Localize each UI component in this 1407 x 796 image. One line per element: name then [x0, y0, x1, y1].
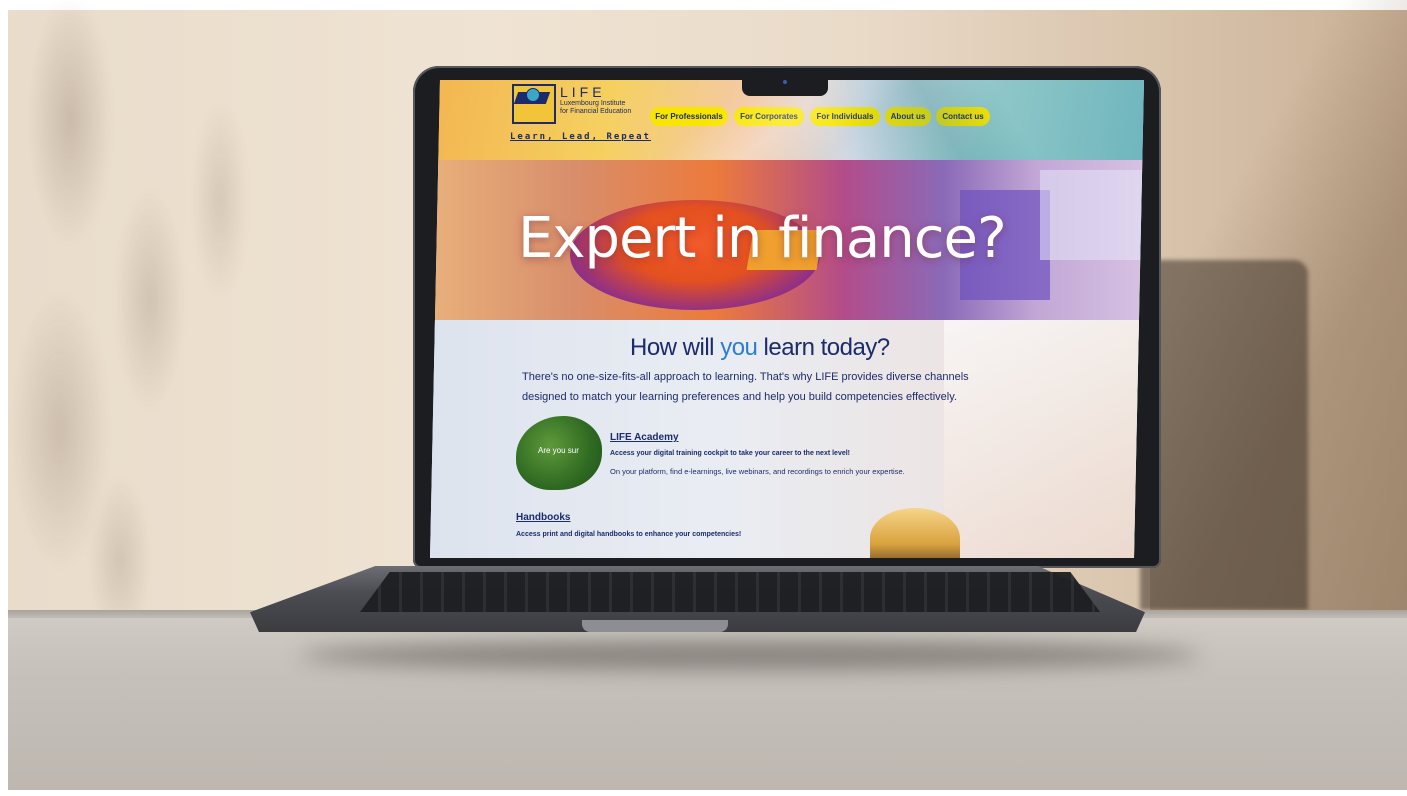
brand-sub-line2: for Financial Education: [560, 108, 632, 115]
academy-subtitle: Access your digital training cockpit to …: [610, 450, 851, 457]
bottom-border: [0, 790, 1407, 796]
nav-contact-us[interactable]: Contact us: [936, 107, 990, 126]
learn-intro: There's no one-size-fits-all approach to…: [522, 371, 969, 403]
logo-icon[interactable]: [512, 84, 556, 124]
trackpad-lip: [582, 620, 728, 632]
glass-panel-illustration: [1040, 170, 1144, 260]
learn-heading-highlight: you: [720, 334, 758, 361]
screen-notch: [742, 76, 828, 96]
nav-about-us[interactable]: About us: [885, 107, 931, 126]
academy-description: On your platform, find e-learnings, live…: [610, 467, 905, 476]
leaf-shadow-decoration: [0, 0, 330, 660]
brand-sub-line1: Luxembourg Institute: [560, 100, 626, 107]
learn-heading-part2: learn today?: [757, 334, 891, 361]
academy-link[interactable]: LIFE Academy: [610, 432, 679, 443]
brand-name: LIFE: [560, 84, 606, 100]
nav-for-corporates[interactable]: For Corporates: [734, 107, 804, 126]
tagline: Learn, Lead, Repeat: [510, 132, 651, 142]
brand[interactable]: LIFE Luxembourg Institute for Financial …: [560, 84, 631, 116]
handbooks-subtitle: Access print and digital handbooks to en…: [516, 531, 742, 538]
keyboard: [360, 572, 1100, 612]
laptop-shadow: [300, 640, 1200, 670]
nav-for-professionals[interactable]: For Professionals: [650, 107, 728, 126]
handbooks-link[interactable]: Handbooks: [516, 512, 570, 523]
graduation-cap-icon: [513, 92, 551, 104]
learn-heading-part1: How will: [630, 334, 721, 361]
learn-heading: How will you learn today?: [630, 334, 890, 362]
laptop-wall-shadow: [1140, 260, 1308, 610]
academy-image-caption: Are you sur: [538, 446, 579, 455]
laptop-screen: LIFE Luxembourg Institute for Financial …: [430, 80, 1144, 558]
hero-title: Expert in finance?: [518, 206, 1007, 271]
globe-icon: [526, 88, 540, 102]
camera-icon: [783, 80, 787, 84]
nav-for-individuals[interactable]: For Individuals: [810, 107, 880, 126]
